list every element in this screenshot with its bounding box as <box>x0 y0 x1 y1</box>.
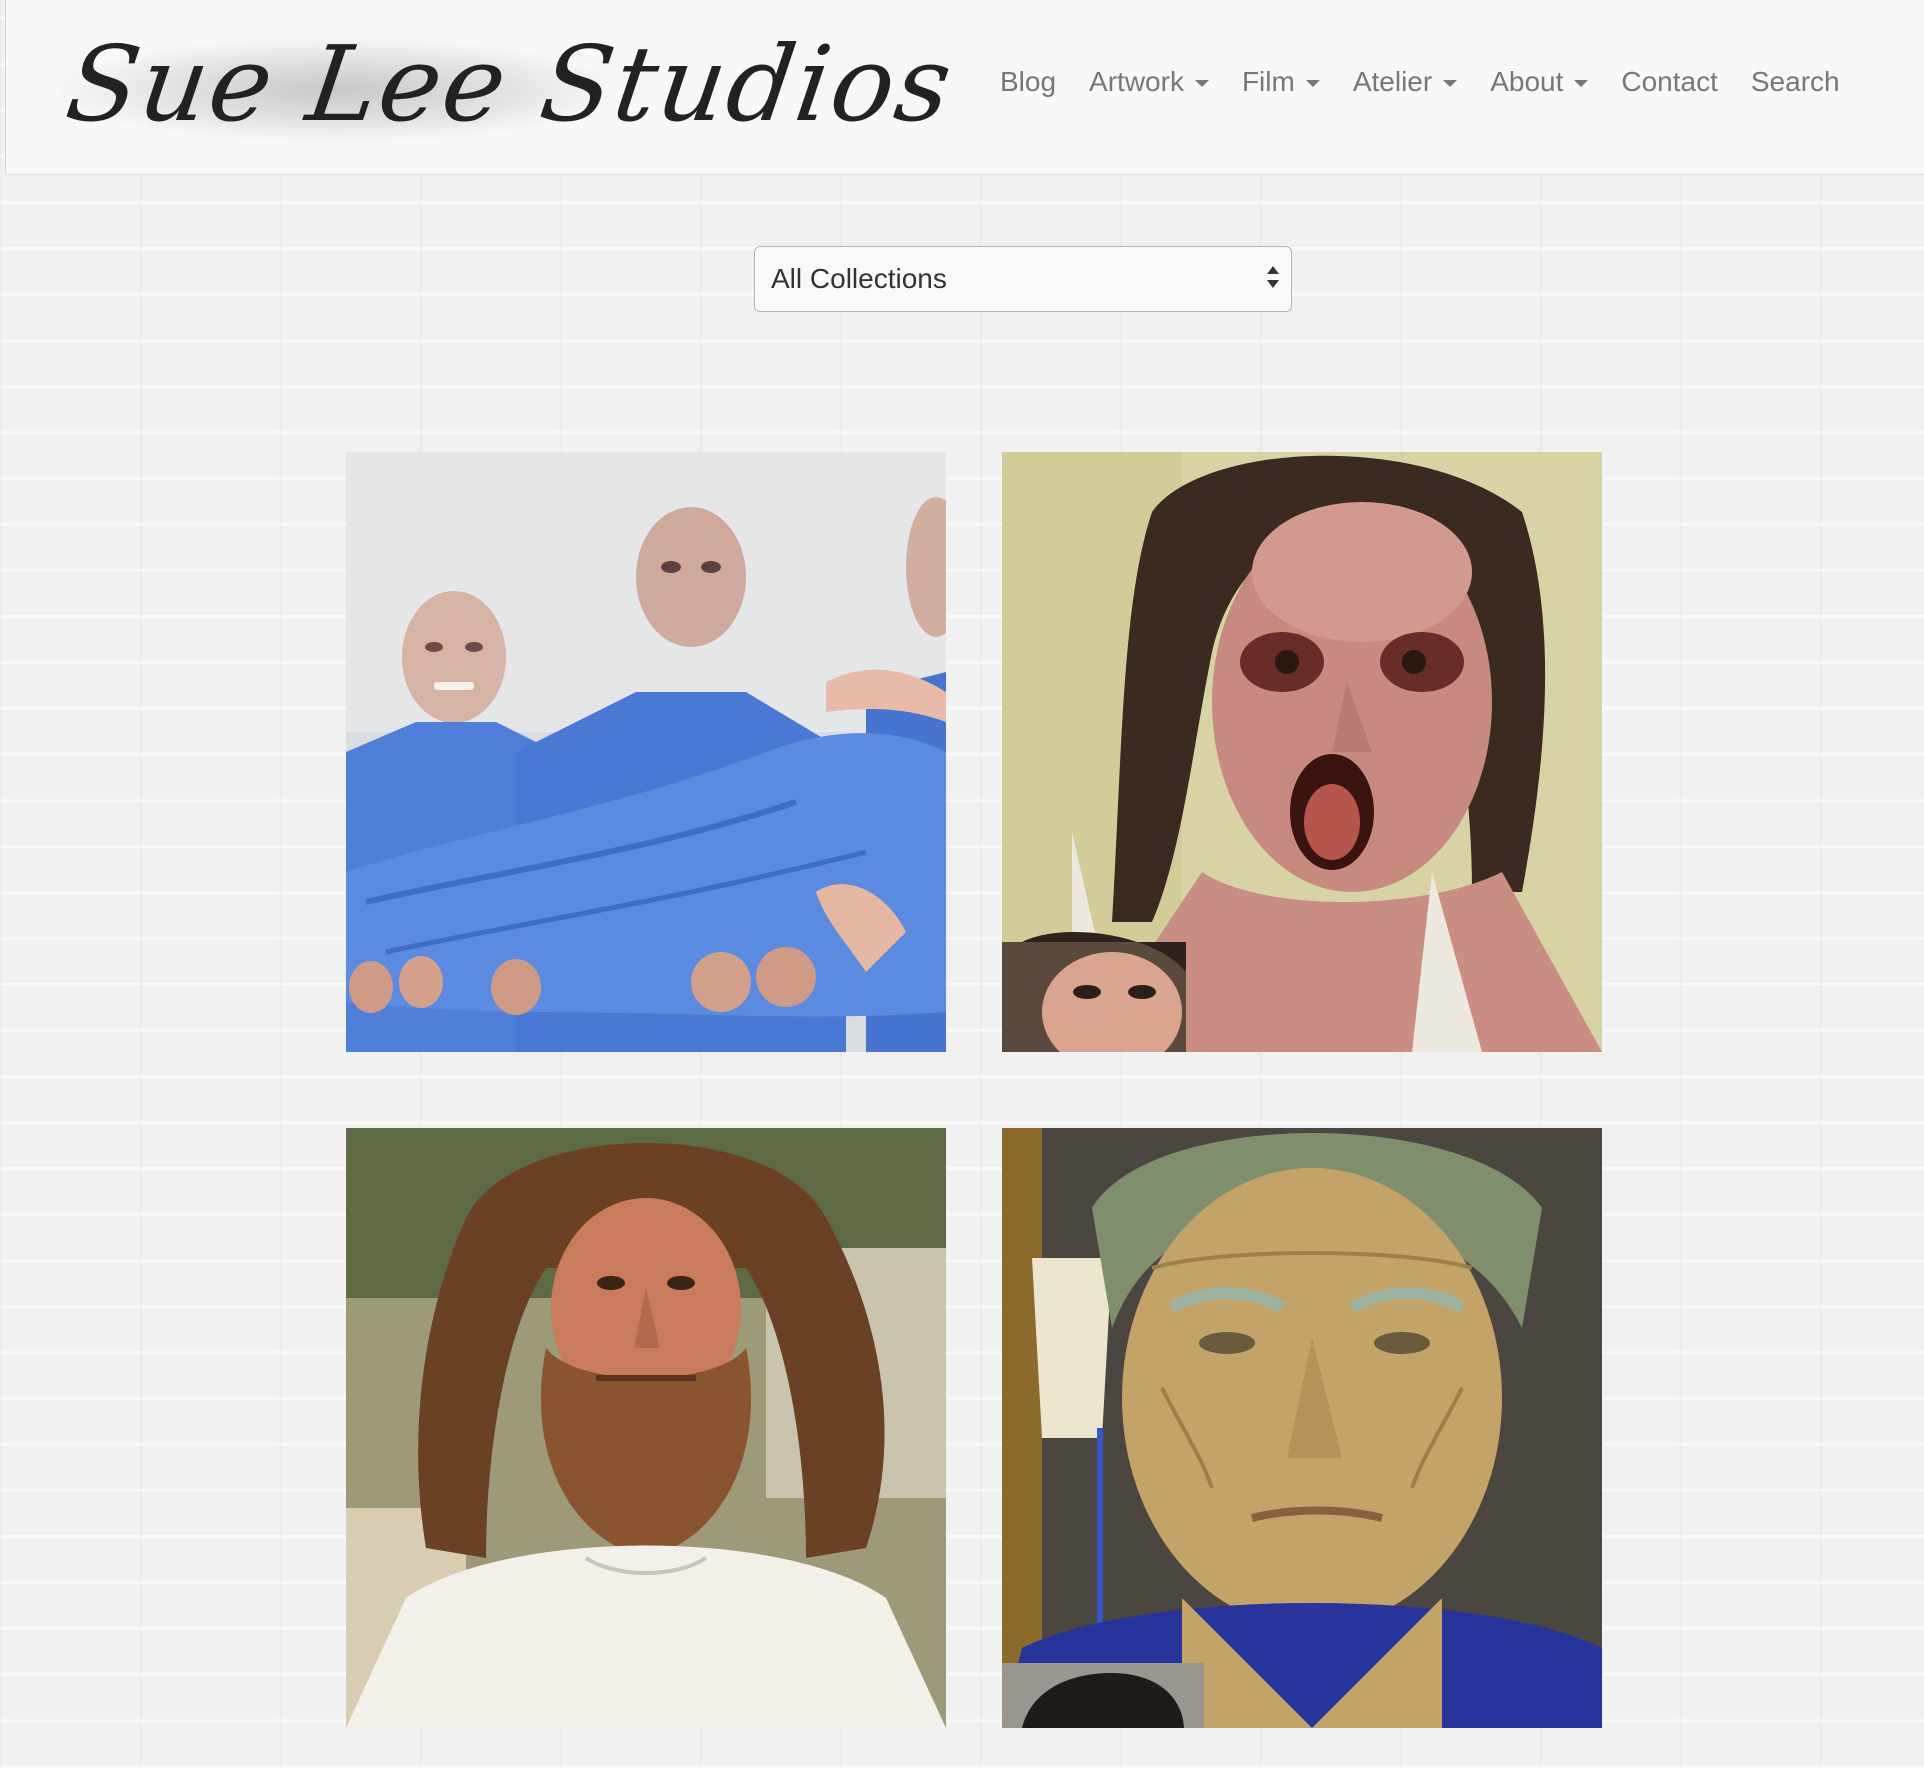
nav-film[interactable]: Film <box>1242 66 1320 98</box>
nav-search[interactable]: Search <box>1751 66 1840 98</box>
nav-search-label: Search <box>1750 66 1840 97</box>
bearded-man-photo <box>346 1128 946 1728</box>
nav-contact-label: Contact <box>1621 66 1718 97</box>
gallery-tile-bearded-man[interactable] <box>346 1128 946 1728</box>
caret-down-icon <box>1443 80 1458 87</box>
gallery-tile-aged-man[interactable] <box>1002 1128 1602 1728</box>
nav-blog[interactable]: Blog <box>1000 66 1056 98</box>
aged-man-photo <box>1002 1128 1602 1728</box>
nav-about-label: About <box>1490 66 1564 97</box>
site-logo[interactable]: Sue Lee Studios <box>50 0 960 165</box>
gallery-tile-patients[interactable] <box>346 452 946 1052</box>
nav-artwork[interactable]: Artwork <box>1089 66 1209 98</box>
select-arrows-icon <box>1267 266 1279 294</box>
nav-atelier-label: Atelier <box>1352 66 1433 97</box>
nav-blog-label: Blog <box>1000 66 1057 97</box>
nav-atelier[interactable]: Atelier <box>1352 66 1458 98</box>
gallery-tile-zombie[interactable] <box>1002 452 1602 1052</box>
caret-down-icon <box>1194 80 1209 87</box>
nav-about[interactable]: About <box>1490 66 1589 98</box>
nav-contact[interactable]: Contact <box>1621 66 1718 98</box>
zombie-photo <box>1002 452 1602 1052</box>
caret-down-icon <box>1305 80 1320 87</box>
nav-film-label: Film <box>1241 66 1295 97</box>
patients-photo <box>346 452 946 1052</box>
collection-select[interactable]: All Collections <box>754 246 1292 312</box>
nav-artwork-label: Artwork <box>1089 66 1184 97</box>
main-nav: Blog Artwork Film Atelier About Contact … <box>1000 66 1840 98</box>
site-header: Sue Lee Studios Blog Artwork Film Atelie… <box>5 0 1924 175</box>
logo-text: Sue Lee Studios <box>59 23 961 145</box>
caret-down-icon <box>1574 80 1589 87</box>
collection-select-value: All Collections <box>771 263 947 294</box>
